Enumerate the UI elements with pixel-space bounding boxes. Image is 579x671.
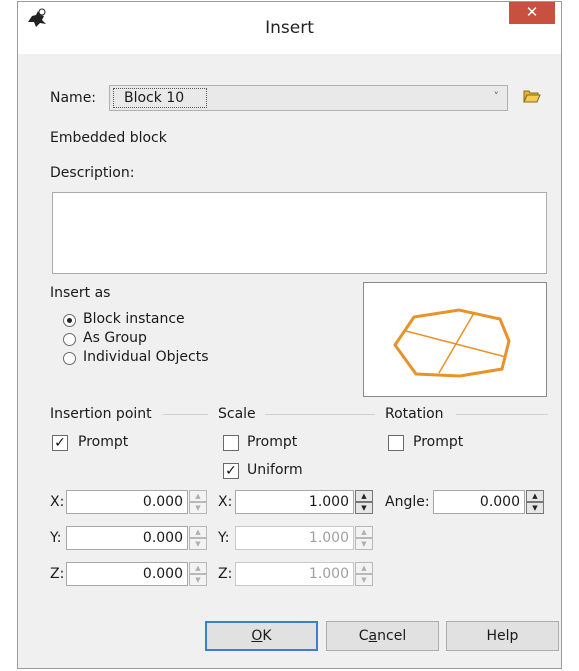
close-button[interactable]: ✕ — [509, 2, 555, 24]
spin-down-icon: ▼ — [355, 574, 373, 586]
scale-x-spinner[interactable]: ▲ ▼ — [355, 490, 373, 514]
cancel-first: C — [358, 628, 369, 644]
name-combobox[interactable]: Block 10 ˅ — [109, 85, 508, 111]
radio-block-instance-label: Block instance — [83, 311, 185, 327]
insertion-z-label: Z: — [50, 566, 65, 582]
title-bar: Insert ✕ — [18, 2, 561, 54]
spin-down-icon[interactable]: ▼ — [355, 502, 373, 514]
insertion-prompt-checkbox[interactable]: ✓ — [52, 435, 68, 451]
scale-label: Scale — [218, 406, 256, 422]
ok-mnemonic: O — [251, 628, 263, 644]
insert-dialog: Insert ✕ Name: Block 10 ˅ Embedded block… — [17, 1, 562, 669]
radio-as-group-label: As Group — [83, 330, 147, 346]
radio-individual-objects[interactable] — [63, 352, 76, 365]
spin-up-icon[interactable]: ▲ — [189, 490, 207, 502]
insertion-y-spinner[interactable]: ▲ ▼ — [189, 526, 207, 550]
rotation-prompt-label: Prompt — [413, 434, 464, 450]
scale-prompt-label: Prompt — [247, 434, 298, 450]
scale-z-label: Z: — [218, 566, 233, 582]
cancel-mnemonic: a — [368, 628, 378, 644]
insertion-prompt-label: Prompt — [78, 434, 129, 450]
insertion-x-spinner[interactable]: ▲ ▼ — [189, 490, 207, 514]
spin-down-icon[interactable]: ▼ — [189, 538, 207, 550]
scale-x-label: X: — [218, 494, 233, 510]
spin-up-icon: ▲ — [355, 526, 373, 538]
block-preview-octagon — [393, 308, 511, 378]
name-combobox-value: Block 10 — [124, 90, 185, 106]
insertion-x-label: X: — [50, 494, 65, 510]
spin-up-icon[interactable]: ▲ — [355, 490, 373, 502]
spin-down-icon[interactable]: ▼ — [526, 502, 544, 514]
spin-up-icon[interactable]: ▲ — [189, 562, 207, 574]
spin-down-icon[interactable]: ▼ — [189, 502, 207, 514]
scale-y-field: 1.000 — [235, 526, 354, 550]
scale-z-field: 1.000 — [235, 562, 354, 586]
folder-open-icon[interactable] — [523, 89, 541, 103]
angle-field[interactable]: 0.000 — [433, 490, 525, 514]
cancel-button[interactable]: Cancel — [326, 621, 439, 651]
insertion-z-spinner[interactable]: ▲ ▼ — [189, 562, 207, 586]
divider — [265, 414, 375, 415]
block-type-label: Embedded block — [50, 130, 167, 146]
radio-block-instance[interactable] — [63, 314, 76, 327]
chevron-down-icon[interactable]: ˅ — [494, 90, 500, 103]
angle-label: Angle: — [385, 494, 430, 510]
description-textarea[interactable] — [52, 192, 547, 274]
description-label: Description: — [50, 165, 135, 181]
insertion-y-field[interactable]: 0.000 — [66, 526, 188, 550]
scale-z-spinner: ▲ ▼ — [355, 562, 373, 586]
window-title: Insert — [265, 18, 314, 38]
spin-up-icon: ▲ — [355, 562, 373, 574]
spin-up-icon[interactable]: ▲ — [526, 490, 544, 502]
help-button[interactable]: Help — [446, 621, 559, 651]
scale-y-spinner: ▲ ▼ — [355, 526, 373, 550]
insert-as-label: Insert as — [50, 285, 111, 301]
spin-down-icon[interactable]: ▼ — [189, 574, 207, 586]
divider — [456, 414, 548, 415]
ok-rest: K — [262, 628, 272, 644]
spin-up-icon[interactable]: ▲ — [189, 526, 207, 538]
block-preview — [363, 282, 547, 397]
rotation-prompt-checkbox[interactable] — [388, 435, 404, 451]
scale-uniform-checkbox[interactable]: ✓ — [223, 463, 239, 479]
scale-x-field[interactable]: 1.000 — [235, 490, 354, 514]
scale-prompt-checkbox[interactable] — [223, 435, 239, 451]
spin-down-icon: ▼ — [355, 538, 373, 550]
insertion-point-label: Insertion point — [50, 406, 152, 422]
angle-spinner[interactable]: ▲ ▼ — [526, 490, 544, 514]
ok-button[interactable]: OK — [205, 621, 318, 651]
radio-as-group[interactable] — [63, 333, 76, 346]
divider — [163, 414, 208, 415]
scale-uniform-label: Uniform — [247, 462, 303, 478]
rotation-label: Rotation — [385, 406, 444, 422]
insertion-y-label: Y: — [50, 530, 62, 546]
name-label: Name: — [50, 90, 97, 106]
insertion-z-field[interactable]: 0.000 — [66, 562, 188, 586]
cancel-rest: ncel — [377, 628, 407, 644]
scale-y-label: Y: — [218, 530, 230, 546]
radio-individual-objects-label: Individual Objects — [83, 349, 209, 365]
close-icon: ✕ — [525, 3, 539, 21]
insertion-x-field[interactable]: 0.000 — [66, 490, 188, 514]
